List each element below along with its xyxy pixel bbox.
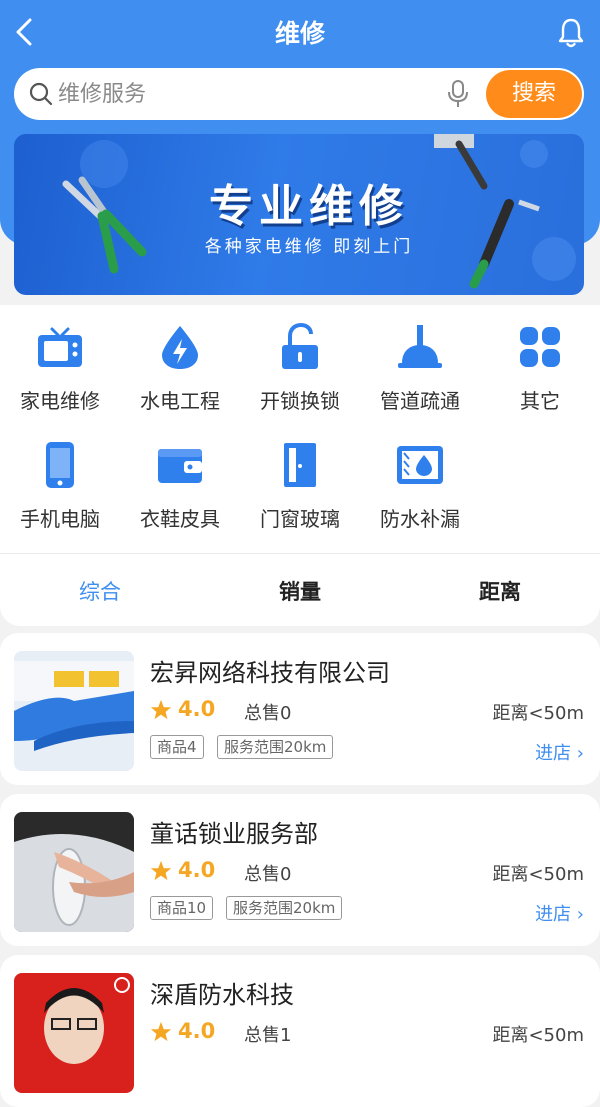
shop-tag-service-range: 服务范围20km: [226, 896, 343, 920]
category-leather-goods[interactable]: 衣鞋皮具: [120, 423, 240, 533]
category-water-electric[interactable]: 水电工程: [120, 305, 240, 415]
waterproof-icon: [397, 446, 443, 484]
shop-card[interactable]: 宏昇网络科技有限公司 4.0 总售0 距离<50m 商品4 服务范围20km 进…: [0, 633, 600, 785]
shop-rating: 4.0: [178, 858, 216, 882]
chevron-right-icon: ›: [576, 743, 584, 764]
shop-thumbnail: [14, 651, 134, 771]
category-label: 手机电脑: [20, 507, 100, 531]
shop-tag-products: 商品4: [150, 735, 204, 759]
shop-card[interactable]: 童话锁业服务部 4.0 总售0 距离<50m 商品10 服务范围20km 进店 …: [0, 794, 600, 946]
category-waterproofing[interactable]: 防水补漏: [360, 423, 480, 533]
shop-name: 宏昇网络科技有限公司: [150, 659, 390, 687]
search-bar: 搜索: [14, 68, 584, 120]
category-pipe-dredging[interactable]: 管道疏通: [360, 305, 480, 415]
sort-tab-distance[interactable]: 距离: [400, 576, 600, 606]
shop-tag-service-range: 服务范围20km: [217, 735, 334, 759]
category-label: 防水补漏: [380, 507, 460, 531]
shop-thumbnail: [14, 812, 134, 932]
page-title: 维修: [274, 19, 325, 48]
promo-banner[interactable]: 专业维修 各种家电维修 即刻上门: [14, 134, 584, 295]
category-appliance-repair[interactable]: 家电维修: [0, 305, 120, 415]
category-label: 管道疏通: [380, 389, 460, 413]
category-label: 衣鞋皮具: [140, 507, 220, 531]
shop-sales: 总售0: [244, 703, 292, 724]
shop-rating: 4.0: [178, 1019, 216, 1043]
shop-distance: 距离<50m: [492, 1025, 584, 1046]
plunger-icon: [398, 325, 442, 368]
sort-tab-comprehensive[interactable]: 综合: [0, 576, 200, 606]
banner-subtitle: 各种家电维修 即刻上门: [204, 237, 414, 257]
water-drop-icon: [162, 326, 198, 369]
grid-icon: [520, 327, 560, 367]
category-label: 家电维修: [20, 389, 100, 413]
star-icon: [150, 1021, 172, 1042]
category-other[interactable]: 其它: [480, 305, 600, 415]
category-label: 开锁换锁: [260, 389, 340, 413]
banner-title: 专业维修: [209, 181, 409, 232]
star-icon: [150, 860, 172, 881]
sort-tab-sales[interactable]: 销量: [200, 576, 400, 606]
bell-icon[interactable]: [556, 16, 586, 50]
category-grid: 家电维修 水电工程 开锁换锁 管道疏通 其它 手机电脑 衣鞋皮具 门窗玻璃 防水…: [0, 305, 600, 553]
shop-card[interactable]: 深盾防水科技 4.0 总售1 距离<50m: [0, 955, 600, 1107]
microphone-icon[interactable]: [446, 79, 470, 109]
search-input[interactable]: [58, 76, 438, 112]
phone-icon: [46, 442, 74, 488]
nav-bar: 维修: [0, 0, 600, 64]
shop-rating: 4.0: [178, 697, 216, 721]
door-icon: [284, 443, 316, 487]
shop-name: 童话锁业服务部: [150, 820, 318, 848]
enter-shop-link[interactable]: 进店 ›: [535, 900, 584, 926]
category-label: 水电工程: [140, 389, 220, 413]
shop-sales: 总售1: [244, 1025, 292, 1046]
search-icon: [29, 82, 53, 106]
sort-tabs: 综合 销量 距离: [0, 553, 600, 626]
shop-tag-products: 商品10: [150, 896, 214, 920]
category-doors-windows[interactable]: 门窗玻璃: [240, 423, 360, 533]
shop-thumbnail: [14, 973, 134, 1093]
search-button[interactable]: 搜索: [486, 70, 582, 118]
shop-distance: 距离<50m: [492, 703, 584, 724]
unlock-icon: [282, 323, 318, 369]
tv-icon: [38, 327, 82, 367]
star-icon: [150, 699, 172, 720]
shop-name: 深盾防水科技: [150, 981, 294, 1009]
enter-shop-label: 进店: [535, 904, 572, 925]
enter-shop-link[interactable]: 进店 ›: [535, 739, 584, 765]
category-label: 门窗玻璃: [260, 507, 340, 531]
shop-sales: 总售0: [244, 864, 292, 885]
wallet-icon: [158, 449, 202, 483]
category-label: 其它: [520, 389, 560, 413]
category-phone-computer[interactable]: 手机电脑: [0, 423, 120, 533]
category-locksmith[interactable]: 开锁换锁: [240, 305, 360, 415]
enter-shop-label: 进店: [535, 743, 572, 764]
chevron-right-icon: ›: [576, 904, 584, 925]
shop-distance: 距离<50m: [492, 864, 584, 885]
